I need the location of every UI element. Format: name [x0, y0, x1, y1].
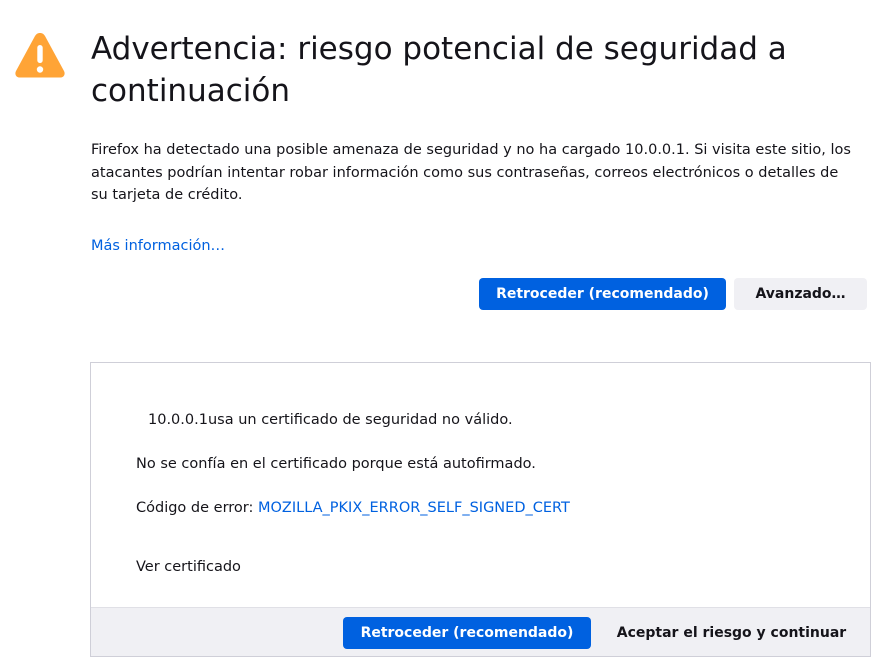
panel-go-back-button[interactable]: Retroceder (recomendado) — [343, 617, 591, 649]
more-info-link[interactable]: Más información… — [91, 236, 225, 256]
error-description: Firefox ha detectado una posible amenaza… — [91, 142, 851, 203]
warning-triangle-icon — [15, 33, 65, 78]
certificate-error-page: Advertencia: riesgo potencial de segurid… — [0, 0, 882, 670]
accept-risk-button[interactable]: Aceptar el riesgo y continuar — [600, 617, 863, 649]
view-certificate-link[interactable]: Ver certificado — [136, 557, 241, 577]
cert-invalid-message: 10.0.0.1usa un certificado de seguridad … — [148, 410, 513, 430]
advanced-button[interactable]: Avanzado… — [734, 278, 867, 310]
go-back-button[interactable]: Retroceder (recomendado) — [479, 278, 726, 310]
host-name: 10.0.0.1 — [148, 412, 208, 428]
cert-invalid-text: usa un certificado de seguridad no válid… — [207, 412, 513, 428]
untrusted-reason: No se confía en el certificado porque es… — [136, 456, 536, 472]
error-code-line: Código de error: MOZILLA_PKIX_ERROR_SELF… — [136, 498, 570, 518]
advanced-panel: 10.0.0.1usa un certificado de seguridad … — [90, 362, 871, 657]
error-code-label: Código de error: — [136, 500, 254, 516]
error-code-link[interactable]: MOZILLA_PKIX_ERROR_SELF_SIGNED_CERT — [258, 500, 570, 516]
advanced-panel-footer: Retroceder (recomendado) Aceptar el ries… — [91, 607, 870, 656]
page-title: Advertencia: riesgo potencial de segurid… — [91, 31, 787, 109]
